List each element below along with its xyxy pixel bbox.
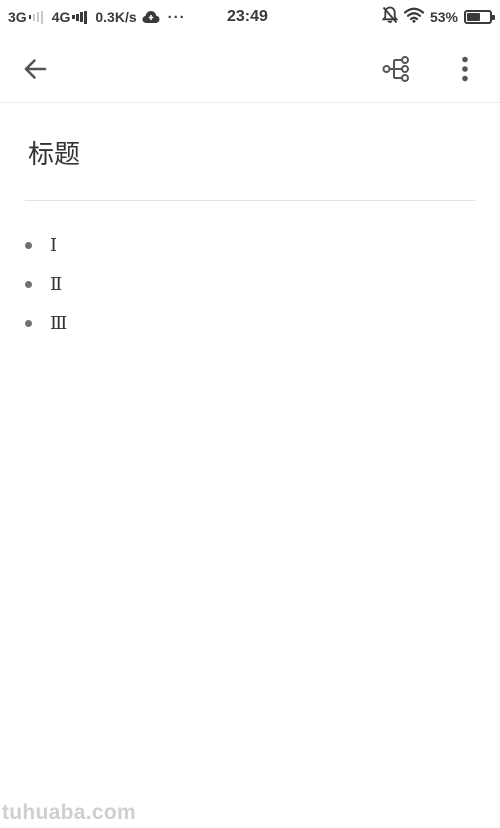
network-3g-label: 3G: [8, 9, 27, 25]
cloud-icon: [142, 10, 160, 24]
list-item-text[interactable]: Ⅲ: [50, 313, 67, 334]
back-arrow-icon: [24, 59, 47, 79]
network-speed: 0.3K/s: [95, 9, 137, 25]
battery-level: [467, 13, 480, 21]
list-item[interactable]: Ⅰ: [24, 226, 67, 265]
network-4g-label: 4G: [51, 9, 71, 25]
signal-icon: [28, 10, 45, 24]
more-vert-icon: [462, 56, 468, 82]
status-bar-right: 53%: [381, 6, 495, 28]
bullet-dot-icon: [25, 242, 32, 249]
list-item-text[interactable]: Ⅱ: [50, 274, 62, 295]
mindmap-icon: [382, 56, 409, 82]
list-item[interactable]: Ⅲ: [24, 304, 67, 343]
watermark: tuhuaba.com: [2, 801, 136, 824]
title-divider: [25, 200, 475, 201]
battery-percent: 53%: [429, 9, 458, 25]
signal-icon: [72, 10, 88, 24]
bullet-dot-icon: [25, 281, 32, 288]
bullet-dot-icon: [25, 320, 32, 327]
list-item[interactable]: Ⅱ: [24, 265, 67, 304]
toolbar: [0, 34, 500, 103]
wifi-icon: [403, 7, 425, 27]
list-item-text[interactable]: Ⅰ: [50, 235, 57, 256]
note-title[interactable]: 标题: [28, 134, 80, 171]
status-bar: 3G 4G 0.3K/s ··· 23:49 53%: [0, 0, 500, 34]
back-button[interactable]: [14, 48, 56, 90]
status-bar-left: 3G 4G 0.3K/s ···: [8, 8, 186, 26]
clock: 23:49: [227, 8, 268, 25]
bell-off-icon: [381, 6, 399, 28]
more-notifications-icon: ···: [167, 8, 186, 26]
mindmap-button[interactable]: [376, 48, 418, 90]
bullet-list: Ⅰ Ⅱ Ⅲ: [24, 226, 67, 343]
battery-icon: [464, 10, 495, 24]
more-options-button[interactable]: [444, 48, 486, 90]
